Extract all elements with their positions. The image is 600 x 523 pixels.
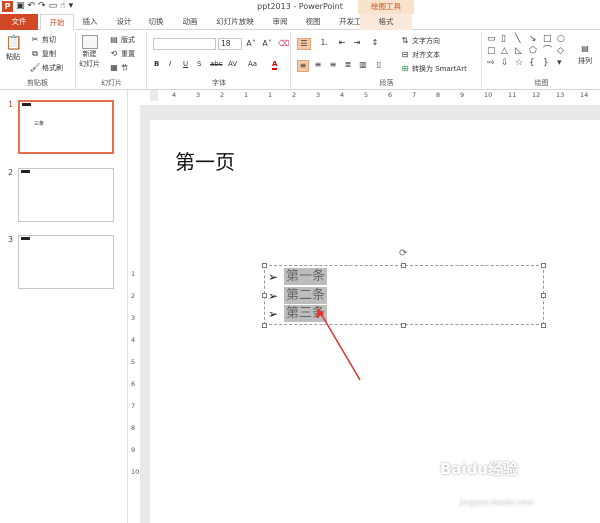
red-annotation-arrow <box>319 311 361 381</box>
watermark-url: jingyan.baidu.com <box>460 498 534 507</box>
annotation-layer <box>316 308 361 381</box>
baidu-watermark: Baidu经验 <box>440 460 519 478</box>
